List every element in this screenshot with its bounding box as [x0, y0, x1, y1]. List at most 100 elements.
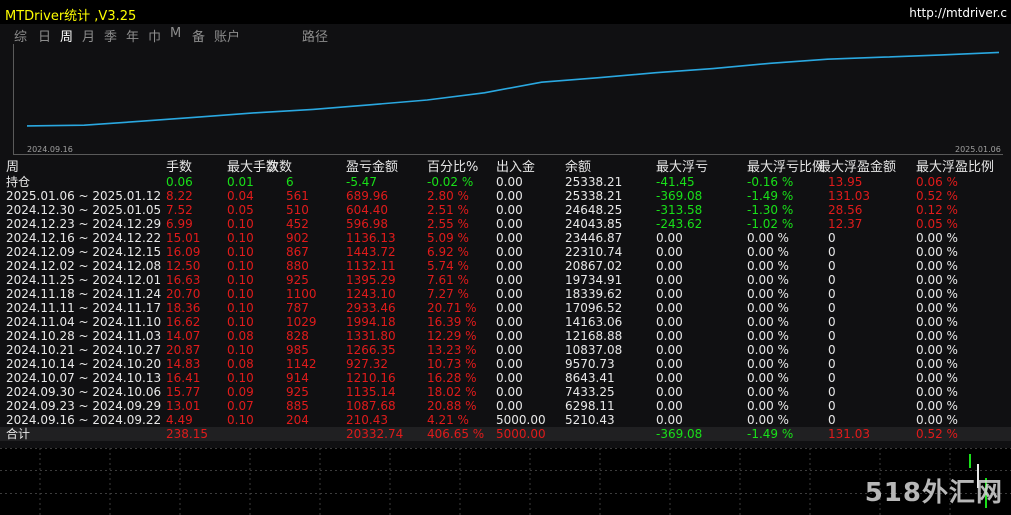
table-row: 2024.12.23 ~ 2024.12.29 6.99 0.10 452 596.98… — [0, 217, 1011, 231]
cell-pnl: 604.40 — [346, 203, 388, 217]
cell-period: 持仓 — [6, 175, 31, 189]
cell-max-lots: 0.10 — [227, 231, 254, 245]
cell-lots: 16.63 — [166, 273, 201, 287]
cell-max-floating-profit: 28.56 — [828, 203, 863, 217]
cell-max-floating-profit-pct: 0.00 % — [916, 413, 958, 427]
table-row: 2024.11.04 ~ 2024.11.10 16.62 0.10 1029 1994… — [0, 315, 1011, 329]
cell-percent: 5.09 % — [427, 231, 469, 245]
cell-balance: 10837.08 — [565, 343, 623, 357]
tab-10[interactable]: 路径 — [302, 26, 328, 45]
cell-balance: 24648.25 — [565, 203, 623, 217]
cell-percent: 20.88 % — [427, 399, 477, 413]
cell-max-floating-loss-pct: -1.30 % — [747, 203, 794, 217]
statistics-panel: 综日周月季年巾 M 备账户 路径 2024.09.16 2025.01.06 周手数最… — [0, 24, 1011, 448]
cell-lots: 16.41 — [166, 371, 201, 385]
cell-period: 2024.09.23 ~ 2024.09.29 — [6, 399, 162, 413]
tab-9[interactable]: 账户 — [214, 26, 240, 45]
cell-max-floating-loss: 0.00 — [656, 273, 683, 287]
cell-max-floating-profit-pct: 0.00 % — [916, 273, 958, 287]
cell-count: 902 — [286, 231, 309, 245]
cell-period: 2024.10.21 ~ 2024.10.27 — [6, 343, 162, 357]
tab-6[interactable]: 巾 — [148, 26, 161, 45]
tab-4[interactable]: 季 — [104, 26, 117, 45]
cell-percent: 18.02 % — [427, 385, 477, 399]
cell-count: 880 — [286, 259, 309, 273]
cell-max-floating-profit-pct: 0.00 % — [916, 343, 958, 357]
cell-count: 561 — [286, 189, 309, 203]
cell-max-floating-loss-pct: 0.00 % — [747, 245, 789, 259]
cell-pnl: 210.43 — [346, 413, 388, 427]
cell-lots: 13.01 — [166, 399, 201, 413]
cell-max-floating-loss-pct: 0.00 % — [747, 231, 789, 245]
header-lots: 手数 — [166, 160, 193, 175]
cell-deposit-withdrawal: 5000.00 — [496, 427, 546, 441]
cell-max-floating-profit-pct: 0.05 % — [916, 217, 958, 231]
price-chart-grid — [0, 448, 1011, 515]
cell-balance: 14163.06 — [565, 315, 623, 329]
cell-deposit-withdrawal: 0.00 — [496, 301, 523, 315]
header-max-floating-loss: 最大浮亏 — [656, 160, 709, 175]
tab-3[interactable]: 月 — [82, 26, 95, 45]
cell-count: 1100 — [286, 287, 317, 301]
cell-max-floating-profit: 0 — [828, 329, 836, 343]
cell-deposit-withdrawal: 0.00 — [496, 217, 523, 231]
cell-lots: 8.22 — [166, 189, 193, 203]
cell-max-floating-loss: -369.08 — [656, 189, 703, 203]
cell-balance: 24043.85 — [565, 217, 623, 231]
cell-pnl: 1136.13 — [346, 231, 396, 245]
cell-period: 2024.10.28 ~ 2024.11.03 — [6, 329, 162, 343]
cell-max-floating-profit-pct: 0.52 % — [916, 189, 958, 203]
cell-max-floating-profit-pct: 0.06 % — [916, 175, 958, 189]
cell-max-floating-profit: 0 — [828, 315, 836, 329]
cell-max-floating-loss: -313.58 — [656, 203, 703, 217]
cell-max-lots: 0.10 — [227, 273, 254, 287]
cell-pnl: -5.47 — [346, 175, 378, 189]
cell-max-floating-profit-pct: 0.52 % — [916, 427, 958, 441]
cell-balance: 22310.74 — [565, 245, 623, 259]
cell-pnl: 1087.68 — [346, 399, 396, 413]
cell-lots: 12.50 — [166, 259, 201, 273]
cell-max-floating-profit: 0 — [828, 259, 836, 273]
cell-pnl: 1443.72 — [346, 245, 396, 259]
cell-lots: 18.36 — [166, 301, 201, 315]
cell-balance: 19734.91 — [565, 273, 623, 287]
equity-curve-line — [26, 51, 1000, 127]
cell-max-floating-profit-pct: 0.00 % — [916, 315, 958, 329]
site-url-link[interactable]: http://mtdriver.c — [909, 6, 1007, 20]
cell-balance: 25338.21 — [565, 175, 623, 189]
cell-period: 2025.01.06 ~ 2025.01.12 — [6, 189, 162, 203]
tab-1[interactable]: 日 — [38, 26, 51, 45]
cell-max-floating-loss-pct: -1.49 % — [747, 427, 794, 441]
header-count: 次数 — [266, 160, 293, 175]
cell-max-floating-profit-pct: 0.12 % — [916, 203, 958, 217]
cell-period: 2024.11.18 ~ 2024.11.24 — [6, 287, 162, 301]
cell-max-floating-profit: 0 — [828, 231, 836, 245]
cell-max-floating-profit: 0 — [828, 245, 836, 259]
cell-count: 787 — [286, 301, 309, 315]
cell-max-floating-loss: 0.00 — [656, 315, 683, 329]
tab-5[interactable]: 年 — [126, 26, 139, 45]
cell-max-floating-loss: -243.62 — [656, 217, 703, 231]
cell-balance: 7433.25 — [565, 385, 615, 399]
tab-8[interactable]: 备 — [192, 26, 205, 45]
cell-max-floating-profit: 0 — [828, 371, 836, 385]
cell-max-floating-loss-pct: 0.00 % — [747, 273, 789, 287]
tab-7[interactable]: M — [170, 26, 181, 41]
cell-deposit-withdrawal: 0.00 — [496, 175, 523, 189]
table-row: 2024.12.02 ~ 2024.12.08 12.50 0.10 880 1132.… — [0, 259, 1011, 273]
cell-max-floating-loss-pct: 0.00 % — [747, 371, 789, 385]
cell-max-lots: 0.10 — [227, 301, 254, 315]
cell-lots: 15.01 — [166, 231, 201, 245]
chart-start-date: 2024.09.16 — [27, 145, 73, 154]
header-percent: 百分比% — [427, 160, 479, 175]
cell-count: 1142 — [286, 357, 317, 371]
cell-max-lots: 0.10 — [227, 371, 254, 385]
cell-period: 2024.09.30 ~ 2024.10.06 — [6, 385, 162, 399]
cell-max-floating-loss-pct: -1.02 % — [747, 217, 794, 231]
cell-period: 2024.12.30 ~ 2025.01.05 — [6, 203, 162, 217]
tab-2[interactable]: 周 — [60, 26, 73, 45]
table-row: 2024.09.23 ~ 2024.09.29 13.01 0.07 885 1087.… — [0, 399, 1011, 413]
cell-max-floating-loss-pct: -0.16 % — [747, 175, 794, 189]
tab-0[interactable]: 综 — [14, 26, 27, 45]
cell-max-floating-loss-pct: 0.00 % — [747, 301, 789, 315]
